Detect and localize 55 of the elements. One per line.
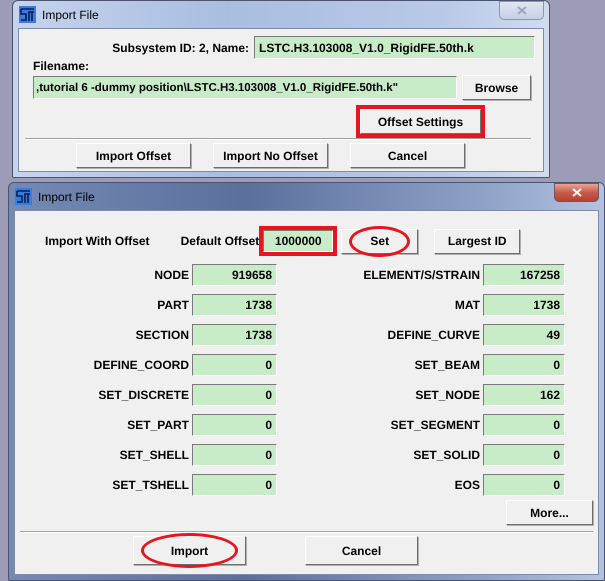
default-offset-label: Default Offset (180, 234, 260, 248)
subsystem-label: Subsystem ID: 2, Name: (112, 40, 249, 54)
input-field[interactable]: ,tutorial 6 -dummy position\LSTC.H3.103008_V1.0_RigidFE.50th.k" (33, 76, 457, 99)
input-field[interactable]: 1738 (483, 294, 565, 316)
input-field[interactable]: 0 (483, 354, 565, 376)
field-label: SET_SOLID (412, 448, 480, 462)
field-label: ELEMENT/S/STRAIN (362, 268, 480, 282)
field-label: DEFINE_COORD (92, 358, 189, 372)
largest-id-button[interactable]: Largest ID (434, 228, 520, 254)
input-field[interactable]: 49 (483, 324, 565, 346)
input-field[interactable]: 0 (192, 414, 277, 436)
input-field[interactable]: 0 (483, 444, 565, 466)
field-label: SET_SEGMENT (390, 418, 480, 432)
more-button[interactable]: More... (506, 500, 593, 525)
offset-settings-button[interactable]: Offset Settings (360, 109, 481, 134)
field-label: NODE (153, 268, 189, 282)
window-title: Import File (38, 190, 96, 204)
app-logo-icon (19, 6, 36, 23)
input-field[interactable]: 0 (483, 474, 565, 496)
field-label: SET_SHELL (118, 448, 189, 462)
input-field[interactable]: 1738 (192, 324, 277, 346)
input-field[interactable]: 0 (192, 354, 277, 376)
browse-button[interactable]: Browse (462, 75, 531, 100)
field-label: MAT (454, 298, 480, 312)
field-label: EOS (454, 478, 480, 492)
field-label: SET_BEAM (414, 358, 480, 372)
app-logo-icon (15, 188, 32, 205)
close-icon (516, 6, 526, 15)
input-field[interactable]: 0 (192, 474, 277, 496)
button[interactable]: Cancel (305, 536, 418, 565)
input-field[interactable]: LSTC.H3.103008_V1.0_RigidFE.50th.k (254, 36, 535, 59)
close-button[interactable] (554, 183, 599, 202)
field-label: PART (156, 298, 189, 312)
button[interactable]: Import Offset (76, 143, 191, 168)
input-field[interactable]: 162 (483, 384, 565, 406)
field-label: SET_PART (126, 418, 189, 432)
field-label: SECTION (134, 328, 189, 342)
button[interactable]: Import (133, 536, 246, 565)
input-field[interactable]: 0 (483, 414, 565, 436)
field-label: SET_TSHELL (111, 478, 189, 492)
input-field[interactable]: 167258 (483, 264, 565, 286)
button[interactable]: Import No Offset (213, 143, 328, 168)
field-label: SET_DISCRETE (97, 388, 189, 402)
input-field[interactable]: 1738 (192, 294, 277, 316)
field-label: DEFINE_CURVE (386, 328, 480, 342)
import-with-offset-label: Import With Offset (45, 234, 150, 248)
field-label: SET_NODE (414, 388, 480, 402)
input-field[interactable]: 1000000 (263, 230, 334, 252)
filename-label: Filename: (33, 59, 90, 73)
input-field[interactable]: 0 (192, 444, 277, 466)
button[interactable]: Cancel (350, 143, 465, 168)
close-icon (572, 188, 582, 197)
input-field[interactable]: 919658 (192, 264, 277, 286)
input-field[interactable]: 0 (192, 384, 277, 406)
window-title: Import File (42, 8, 100, 22)
